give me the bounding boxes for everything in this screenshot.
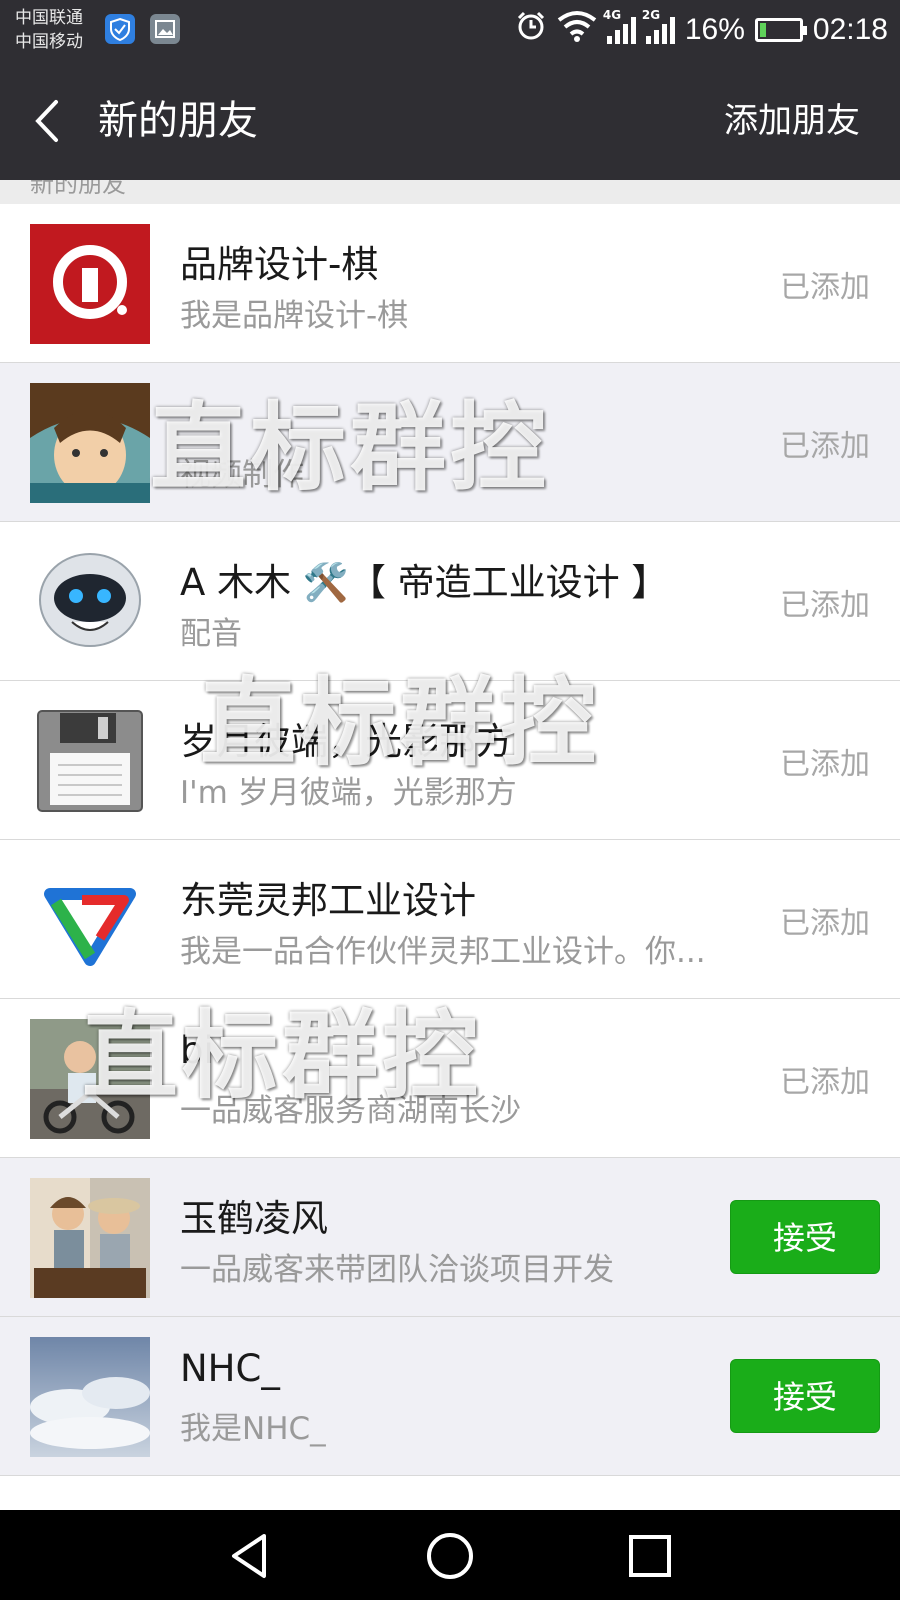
avatar: [30, 860, 150, 980]
alarm-icon: [515, 10, 547, 50]
avatar: [30, 1337, 150, 1457]
clock: 02:18: [812, 13, 888, 46]
section-label: 新的朋友: [30, 180, 126, 198]
avatar: [30, 701, 150, 821]
battery-percent: 16%: [684, 13, 745, 46]
signal-4g-icon: 4G: [603, 8, 636, 44]
carrier-2: 中国移动: [15, 32, 83, 52]
request-message: 我是品牌设计-棋: [180, 298, 409, 334]
carrier-info: 中国联通 中国移动: [15, 6, 83, 54]
request-message: 配音: [180, 616, 242, 652]
friend-name: bi: [180, 1029, 214, 1072]
added-status: 已添加: [780, 588, 870, 623]
status-icons: 4G 2G 16% 02:18: [515, 8, 888, 50]
added-status: 已添加: [780, 906, 870, 941]
list-item[interactable]: 品牌设计-棋 我是品牌设计-棋 已添加: [0, 204, 900, 363]
navigation-bar: [0, 1510, 900, 1600]
status-bar: 中国联通 中国移动 4G 2G 16% 02:18: [0, 0, 900, 62]
battery-icon: [754, 18, 807, 42]
added-status: 已添加: [780, 1065, 870, 1100]
page-title: 新的朋友: [98, 98, 258, 144]
list-item[interactable]: 东莞灵邦工业设计 我是一品合作伙伴灵邦工业设计。你... 已添加: [0, 840, 900, 999]
friend-name: 玉鹤凌风: [180, 1197, 328, 1240]
avatar: [30, 383, 150, 503]
accept-button[interactable]: 接受: [730, 1200, 880, 1274]
request-message: 我是一品合作伙伴灵邦工业设计。你...: [180, 934, 706, 970]
request-message: 我是NHC_: [180, 1411, 326, 1447]
recent-apps-icon[interactable]: [624, 1530, 676, 1582]
shield-icon: [105, 14, 135, 44]
friend-name: A 木木 🛠️【 帝造工业设计 】: [180, 561, 669, 604]
added-status: 已添加: [780, 270, 870, 305]
avatar: [30, 1178, 150, 1298]
list-item[interactable]: 视频制作 已添加: [0, 363, 900, 522]
wifi-icon: [557, 10, 597, 50]
list-item[interactable]: 岁月彼端，光影那方 I'm 岁月彼端，光影那方 已添加: [0, 681, 900, 840]
avatar: [30, 542, 150, 662]
request-message: I'm 岁月彼端，光影那方: [180, 775, 517, 811]
request-message: 一品威客来带团队洽谈项目开发: [180, 1252, 614, 1288]
added-status: 已添加: [780, 429, 870, 464]
carrier-1: 中国联通: [15, 8, 83, 28]
request-message: 视频制作: [180, 457, 304, 493]
added-status: 已添加: [780, 747, 870, 782]
friend-name: NHC_: [180, 1347, 280, 1390]
friend-request-list: 品牌设计-棋 我是品牌设计-棋 已添加 视频制作 已添加 A 木木 🛠️【 帝造…: [0, 204, 900, 1516]
avatar: [30, 1019, 150, 1139]
home-icon[interactable]: [424, 1530, 476, 1582]
friend-name: 东莞灵邦工业设计: [180, 879, 476, 922]
accept-button[interactable]: 接受: [730, 1359, 880, 1433]
friend-name: 品牌设计-棋: [180, 243, 379, 286]
list-item[interactable]: bi 一品威客服务商湖南长沙 已添加: [0, 999, 900, 1158]
friend-name: 岁月彼端，光影那方: [180, 720, 513, 763]
gallery-icon: [150, 14, 180, 44]
section-header: 新的朋友: [0, 180, 900, 204]
list-item[interactable]: A 木木 🛠️【 帝造工业设计 】 配音 已添加: [0, 522, 900, 681]
request-message: 一品威客服务商湖南长沙: [180, 1093, 521, 1129]
avatar: [30, 224, 150, 344]
back-arrow-icon[interactable]: [28, 96, 68, 146]
signal-2g-icon: 2G: [642, 8, 675, 44]
title-bar: 新的朋友 添加朋友: [0, 62, 900, 180]
back-icon[interactable]: [224, 1530, 276, 1582]
list-item[interactable]: NHC_ 我是NHC_ 接受: [0, 1317, 900, 1476]
add-friend-button[interactable]: 添加朋友: [724, 96, 860, 146]
list-item[interactable]: 玉鹤凌风 一品威客来带团队洽谈项目开发 接受: [0, 1158, 900, 1317]
